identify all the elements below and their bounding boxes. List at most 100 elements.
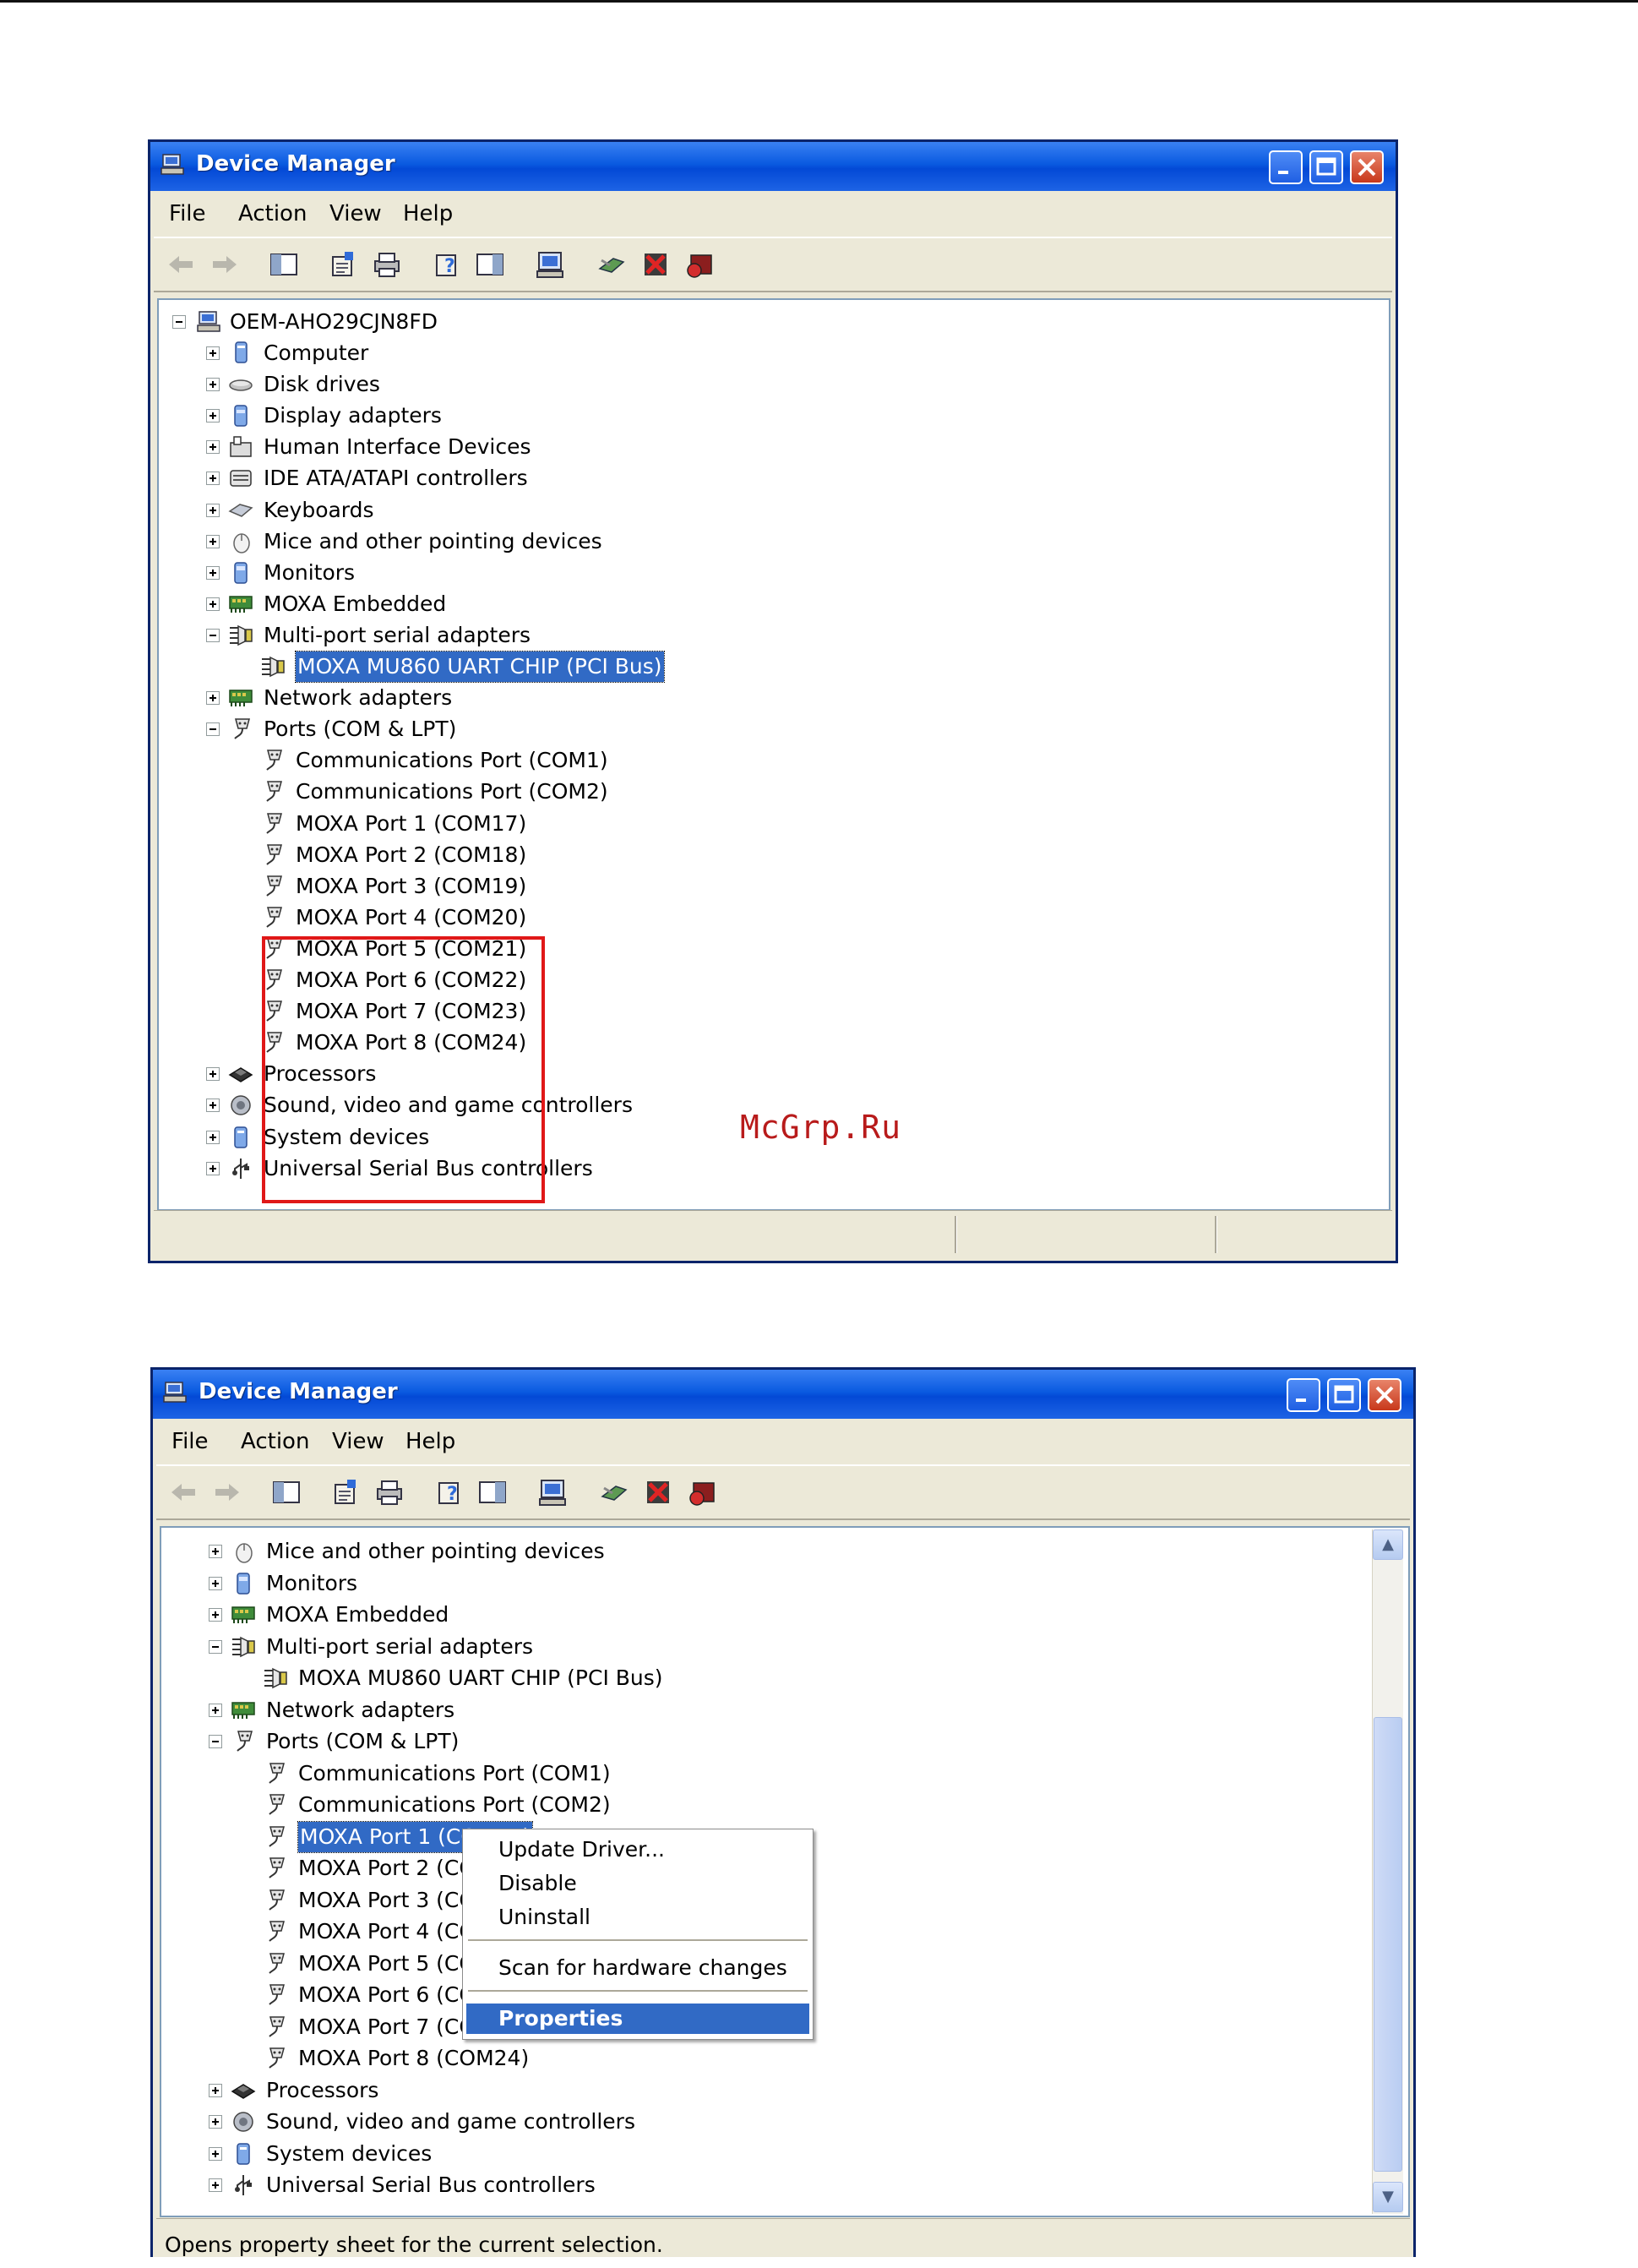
expand-toggle[interactable]: [206, 346, 220, 360]
expand-toggle[interactable]: [206, 1130, 220, 1144]
scan-hardware-icon[interactable]: [536, 250, 566, 279]
expand-toggle[interactable]: [206, 1161, 220, 1175]
collapse-toggle[interactable]: [206, 722, 220, 737]
collapse-toggle[interactable]: [172, 315, 186, 329]
expand-toggle[interactable]: [209, 2115, 222, 2129]
menu-item-scan-hardware[interactable]: Scan for hardware changes: [466, 1953, 809, 1983]
expand-toggle[interactable]: [206, 440, 220, 455]
menu-file[interactable]: File: [171, 1429, 209, 1454]
update-driver-icon[interactable]: [596, 250, 627, 279]
expand-toggle[interactable]: [206, 1067, 220, 1082]
menu-view[interactable]: View: [332, 1429, 384, 1454]
uninstall-device-icon[interactable]: [687, 1478, 717, 1507]
expand-toggle[interactable]: [206, 565, 220, 580]
properties-icon[interactable]: [330, 1478, 361, 1507]
show-hide-console-tree-icon[interactable]: [271, 1478, 302, 1507]
tree-label: Monitors: [266, 1570, 358, 1595]
print-icon[interactable]: [372, 250, 402, 279]
menu-separator: [468, 1939, 808, 1942]
highlight-box-moxa-ports: [262, 936, 545, 1203]
maximize-button[interactable]: [1327, 1378, 1361, 1412]
expand-toggle[interactable]: [206, 691, 220, 706]
tree-label: Communications Port (COM2): [296, 779, 608, 804]
menu-help[interactable]: Help: [405, 1429, 455, 1454]
expand-toggle[interactable]: [206, 472, 220, 486]
device-tree[interactable]: OEM-AHO29CJN8FD Computer Disk drives Displ…: [157, 298, 1390, 1211]
expand-toggle[interactable]: [209, 1545, 222, 1558]
menu-view[interactable]: View: [329, 201, 382, 226]
status-bar: [154, 1210, 1392, 1260]
properties-icon[interactable]: [328, 250, 358, 279]
tree-label: Sound, video and game controllers: [266, 2109, 635, 2134]
help-icon[interactable]: ?: [433, 250, 463, 279]
menu-item-update-driver[interactable]: Update Driver...: [466, 1835, 809, 1865]
tree-label: MOXA Port 4 (COM20): [296, 904, 527, 930]
status-divider: [955, 1216, 957, 1253]
forward-arrow-icon[interactable]: [210, 250, 240, 279]
window-title: Device Manager: [196, 151, 395, 177]
scan-hardware-icon[interactable]: [538, 1478, 569, 1507]
expand-toggle[interactable]: [209, 1608, 222, 1622]
expand-toggle[interactable]: [206, 409, 220, 423]
expand-toggle[interactable]: [206, 534, 220, 548]
update-driver-icon[interactable]: [599, 1478, 629, 1507]
collapse-toggle[interactable]: [209, 1639, 222, 1654]
show-hide-action-pane-icon[interactable]: [475, 250, 505, 279]
uninstall-device-icon[interactable]: [684, 250, 715, 279]
menu-file[interactable]: File: [169, 201, 206, 226]
show-hide-console-tree-icon[interactable]: [269, 250, 299, 279]
disable-device-icon[interactable]: [643, 1478, 673, 1507]
back-arrow-icon[interactable]: [168, 1478, 199, 1507]
collapse-toggle[interactable]: [209, 1735, 222, 1748]
scroll-down-button[interactable]: ▼: [1373, 2182, 1403, 2212]
device-manager-window-2: Device Manager File Action View Help ? M…: [150, 1367, 1416, 2257]
help-icon[interactable]: ?: [435, 1478, 465, 1507]
expand-toggle[interactable]: [206, 1099, 220, 1113]
vertical-scrollbar[interactable]: ▲ ▼: [1372, 1529, 1403, 2214]
scroll-up-button[interactable]: ▲: [1373, 1529, 1403, 1560]
device-tree[interactable]: Mice and other pointing devices Monitors M…: [160, 1526, 1410, 2217]
port-icon: [269, 1921, 285, 1942]
scroll-thumb[interactable]: [1374, 1717, 1402, 2172]
show-hide-action-pane-icon[interactable]: [477, 1478, 508, 1507]
expand-toggle[interactable]: [206, 503, 220, 517]
port-icon: [269, 1952, 285, 1974]
forward-arrow-icon[interactable]: [212, 1478, 242, 1507]
tree-label: Multi-port serial adapters: [266, 1633, 534, 1659]
title-bar[interactable]: Device Manager: [153, 1370, 1413, 1419]
back-arrow-icon[interactable]: [166, 250, 196, 279]
network-card-icon: [231, 1701, 255, 1719]
menu-item-properties[interactable]: Properties: [466, 2004, 809, 2034]
network-card-icon: [231, 1606, 255, 1623]
disable-device-icon[interactable]: [640, 250, 671, 279]
tree-label: Mice and other pointing devices: [266, 1539, 605, 1563]
device-manager-window-1: Device Manager File Action View Help ? O…: [148, 139, 1398, 1263]
menu-item-uninstall[interactable]: Uninstall: [466, 1902, 809, 1933]
minimize-button[interactable]: [1269, 150, 1303, 184]
menu-help[interactable]: Help: [403, 201, 453, 226]
maximize-icon: [1316, 157, 1336, 176]
serial-adapter-icon: [262, 656, 285, 678]
expand-toggle[interactable]: [206, 378, 220, 392]
expand-toggle[interactable]: [209, 1703, 222, 1717]
expand-toggle[interactable]: [209, 1576, 222, 1590]
title-bar[interactable]: Device Manager: [150, 142, 1396, 191]
expand-toggle[interactable]: [209, 2146, 222, 2161]
tree-label: IDE ATA/ATAPI controllers: [264, 466, 528, 491]
minimize-button[interactable]: [1287, 1378, 1320, 1412]
port-icon: [266, 750, 282, 771]
menu-item-disable[interactable]: Disable: [466, 1868, 809, 1899]
window-title: Device Manager: [199, 1379, 398, 1404]
expand-toggle[interactable]: [206, 597, 220, 611]
expand-toggle[interactable]: [209, 2083, 222, 2097]
monitor-icon: [237, 1572, 250, 1595]
menu-action[interactable]: Action: [241, 1429, 309, 1454]
print-icon[interactable]: [374, 1478, 405, 1507]
close-icon: [1358, 158, 1376, 177]
collapse-toggle[interactable]: [206, 628, 220, 642]
menu-action[interactable]: Action: [238, 201, 307, 226]
close-button[interactable]: [1350, 150, 1384, 184]
maximize-button[interactable]: [1309, 150, 1343, 184]
expand-toggle[interactable]: [209, 2178, 222, 2192]
close-button[interactable]: [1368, 1378, 1401, 1412]
